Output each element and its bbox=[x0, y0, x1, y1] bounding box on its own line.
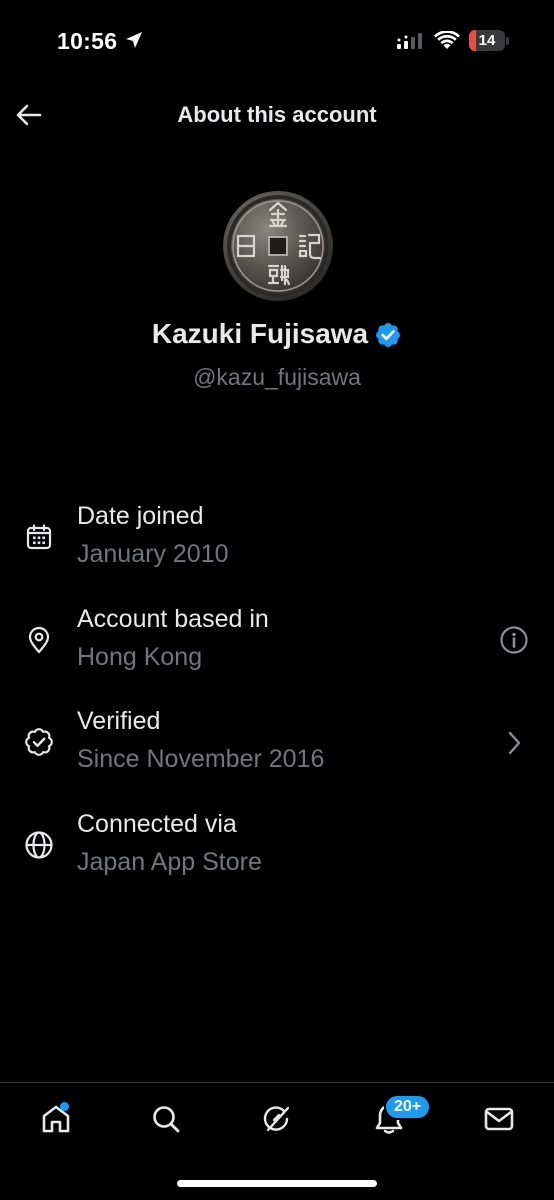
chevron-right-icon bbox=[508, 731, 521, 755]
messages-icon bbox=[484, 1107, 514, 1131]
home-indicator[interactable] bbox=[177, 1180, 377, 1187]
status-bar: 10:56 14 bbox=[0, 0, 554, 84]
nav-home[interactable] bbox=[36, 1099, 76, 1139]
cellular-signal-icon bbox=[397, 33, 422, 49]
chevron-right-button[interactable] bbox=[498, 727, 530, 759]
info-value: January 2010 bbox=[77, 540, 229, 568]
avatar[interactable] bbox=[220, 188, 336, 304]
battery-indicator: 14 bbox=[469, 30, 505, 51]
info-icon-button[interactable] bbox=[498, 624, 530, 656]
info-value: Japan App Store bbox=[77, 848, 262, 876]
location-pin-icon bbox=[24, 625, 54, 655]
about-account-screen: 10:56 14 About this account Kazuki Fujis… bbox=[0, 0, 554, 1200]
info-icon bbox=[500, 626, 528, 654]
globe-icon bbox=[24, 830, 54, 860]
name-row: Kazuki Fujisawa bbox=[0, 318, 554, 350]
grok-icon bbox=[263, 1106, 290, 1132]
battery-level: 14 bbox=[478, 32, 496, 49]
status-time: 10:56 bbox=[57, 28, 118, 54]
info-label: Verified bbox=[77, 707, 161, 735]
info-label: Date joined bbox=[77, 502, 204, 530]
info-date-joined: Date joined January 2010 bbox=[0, 502, 554, 590]
page-title: About this account bbox=[177, 102, 377, 127]
page-header: About this account bbox=[0, 90, 554, 140]
ancient-coin-avatar-image bbox=[220, 188, 336, 304]
info-value: Since November 2016 bbox=[77, 745, 325, 773]
info-verified[interactable]: Verified Since November 2016 bbox=[0, 707, 554, 795]
nav-search[interactable] bbox=[146, 1099, 186, 1139]
verified-check-icon bbox=[24, 727, 54, 757]
search-icon bbox=[153, 1106, 180, 1133]
info-label: Connected via bbox=[77, 810, 237, 838]
info-value: Hong Kong bbox=[77, 643, 203, 671]
info-label: Account based in bbox=[77, 605, 269, 633]
notification-badge: 20+ bbox=[384, 1094, 432, 1120]
home-unread-dot bbox=[60, 1102, 69, 1111]
location-arrow-icon bbox=[126, 32, 142, 48]
display-name: Kazuki Fujisawa bbox=[151, 318, 369, 349]
battery-cap bbox=[506, 37, 509, 45]
wifi-icon bbox=[434, 31, 460, 49]
info-connected-via: Connected via Japan App Store bbox=[0, 810, 554, 898]
user-handle: @kazu_fujisawa bbox=[193, 364, 361, 390]
nav-grok[interactable] bbox=[257, 1099, 297, 1139]
info-account-based-in: Account based in Hong Kong bbox=[0, 605, 554, 693]
verified-badge-icon bbox=[376, 323, 401, 347]
calendar-icon bbox=[24, 522, 54, 552]
nav-messages[interactable] bbox=[479, 1099, 519, 1139]
